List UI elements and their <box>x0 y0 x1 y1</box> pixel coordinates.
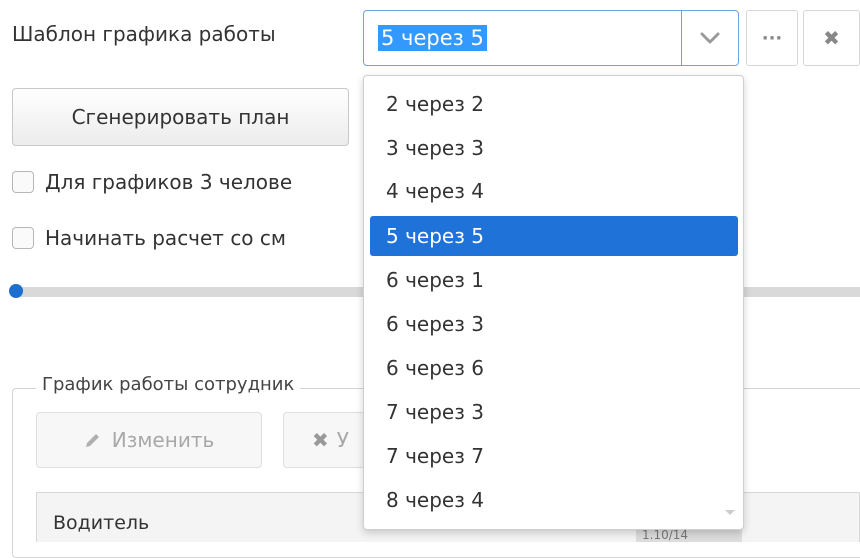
ellipsis-icon: ··· <box>761 27 783 49</box>
chevron-down-icon <box>700 29 720 48</box>
delete-button-label: У <box>336 428 349 452</box>
dropdown-option[interactable]: 2 через 2 <box>370 84 738 124</box>
clear-selection-button[interactable]: ✖ <box>803 10 860 66</box>
close-icon: ✖ <box>823 26 840 50</box>
checkbox[interactable] <box>12 227 34 249</box>
dropdown-option[interactable]: 6 через 3 <box>370 304 738 344</box>
combo-dropdown-button[interactable] <box>681 10 739 66</box>
employee-schedule-legend: График работы сотрудник <box>36 374 301 395</box>
slider-handle[interactable] <box>9 284 23 298</box>
column-header-driver[interactable]: Водитель <box>53 512 149 534</box>
dropdown-option[interactable]: 6 через 6 <box>370 348 738 388</box>
dropdown-option[interactable]: 8 через 4 <box>370 480 738 520</box>
dropdown-option[interactable]: 7 через 7 <box>370 436 738 476</box>
checkbox-label: Начинать расчет со см <box>45 226 286 250</box>
dropdown-option[interactable]: 4 через 4 <box>370 171 738 211</box>
checkbox-row-start-calc[interactable]: Начинать расчет со см <box>12 226 286 250</box>
combo-selected-value[interactable]: 5 через 5 <box>378 25 487 51</box>
edit-button[interactable]: Изменить <box>36 412 262 468</box>
checkbox-row-three-person[interactable]: Для графиков 3 челове <box>12 170 292 194</box>
pencil-icon <box>84 431 102 449</box>
dropdown-option[interactable]: 7 через 3 <box>370 392 738 432</box>
close-icon: ✖ <box>312 428 329 452</box>
column-header-date[interactable]: 1.10/14 <box>636 528 742 542</box>
edit-button-label: Изменить <box>111 428 215 452</box>
checkbox[interactable] <box>12 171 34 193</box>
checkbox-label: Для графиков 3 челове <box>45 170 293 194</box>
dropdown-option[interactable]: 5 через 5 <box>370 216 738 256</box>
schedule-template-combo[interactable]: 5 через 5 <box>363 10 681 66</box>
schedule-template-dropdown[interactable]: 2 через 23 через 34 через 45 через 56 че… <box>363 75 744 530</box>
dropdown-option[interactable]: 3 через 3 <box>370 128 738 168</box>
more-options-button[interactable]: ··· <box>746 10 798 66</box>
generate-plan-button[interactable]: Сгенерировать план <box>12 88 349 146</box>
dropdown-option[interactable]: 6 через 1 <box>370 260 738 300</box>
schedule-template-label: Шаблон графика работы <box>12 22 276 46</box>
